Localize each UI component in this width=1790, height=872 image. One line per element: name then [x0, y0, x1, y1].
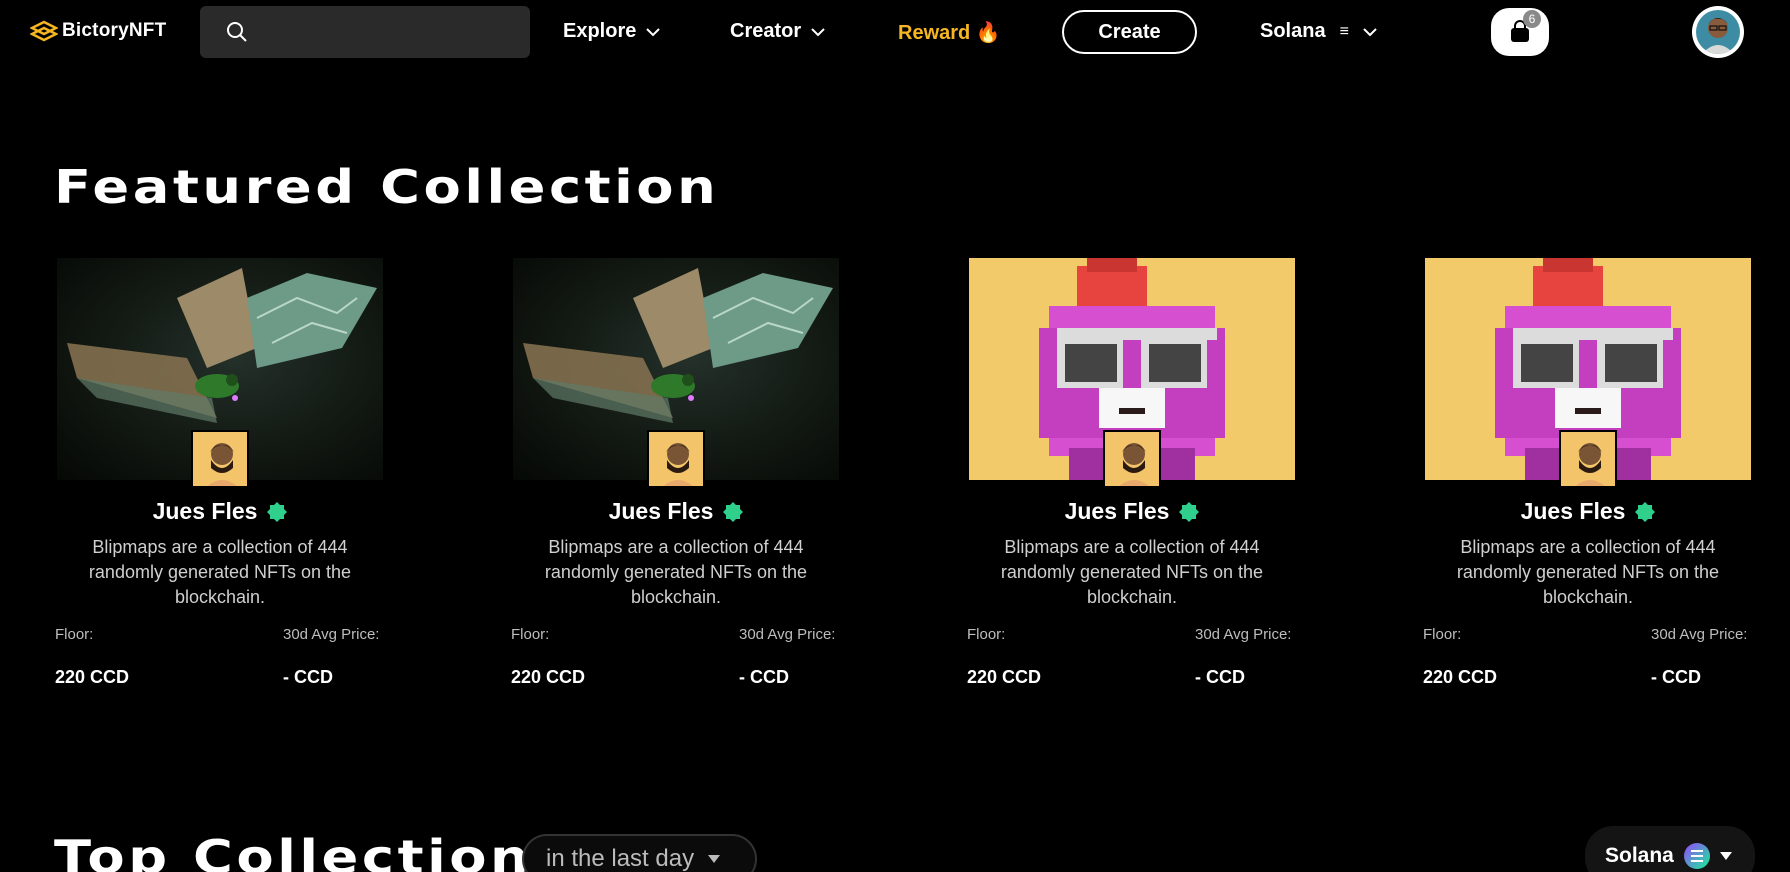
nav-explore-label: Explore: [563, 20, 637, 42]
floor-label: Floor:: [1423, 626, 1462, 643]
avg-price-label: 30d Avg Price:: [283, 626, 380, 643]
floor-value: 220 CCD: [967, 667, 1042, 687]
menu-icon: ≡: [1339, 22, 1349, 40]
chevron-down-icon: [1363, 27, 1377, 36]
avg-price-value: - CCD: [1195, 667, 1245, 687]
nav-reward[interactable]: Reward 🔥: [898, 20, 1001, 45]
collection-name[interactable]: Jues Fles: [967, 498, 1297, 525]
top-nav: BictoryNFT Explore Creator Reward 🔥 Crea…: [0, 0, 1790, 64]
collection-name-label: Jues Fles: [1520, 498, 1626, 524]
floor-label: Floor:: [511, 626, 550, 643]
period-dropdown-label: in the last day: [546, 845, 695, 872]
user-avatar[interactable]: [1692, 6, 1744, 58]
search-bar[interactable]: [200, 6, 530, 58]
featured-collection-title: Featured Collection: [54, 160, 720, 214]
floor-value: 220 CCD: [55, 667, 130, 687]
search-icon: [227, 22, 247, 42]
collection-name-label: Jues Fles: [152, 498, 258, 524]
period-dropdown[interactable]: in the last day: [522, 834, 757, 872]
creator-avatar: [1559, 430, 1617, 488]
solana-icon: [1683, 843, 1710, 869]
chain-label: Solana: [1260, 20, 1326, 42]
collection-name-label: Jues Fles: [1064, 498, 1170, 524]
logo-mark-icon: [30, 20, 58, 42]
chevron-down-icon: [811, 27, 825, 36]
chain-filter-label: Solana: [1605, 844, 1674, 867]
create-button[interactable]: Create: [1062, 10, 1197, 54]
avg-price-label: 30d Avg Price:: [739, 626, 836, 643]
avatar-image: [1696, 10, 1740, 54]
nav-creator[interactable]: Creator: [730, 20, 825, 43]
brand-name: BictoryNFT: [62, 20, 167, 41]
collection-name-label: Jues Fles: [608, 498, 714, 524]
avg-price-value: - CCD: [739, 667, 789, 687]
nav-explore[interactable]: Explore: [563, 20, 661, 43]
avg-price-label: 30d Avg Price:: [1651, 626, 1748, 643]
top-collections-title: Top Collections: [54, 830, 569, 872]
chevron-down-icon: [646, 27, 661, 36]
creator-avatar: [647, 430, 705, 488]
collection-name[interactable]: Jues Fles: [55, 498, 385, 525]
verified-badge-icon: [1635, 501, 1656, 522]
cart-count-badge: 6: [1523, 10, 1541, 28]
chain-selector[interactable]: Solana ≡: [1260, 20, 1377, 43]
creator-avatar: [1103, 430, 1161, 488]
nav-creator-label: Creator: [730, 20, 802, 42]
verified-badge-icon: [723, 501, 744, 522]
chain-filter-dropdown[interactable]: Solana: [1585, 826, 1755, 872]
avg-price-value: - CCD: [1651, 667, 1701, 687]
floor-value: 220 CCD: [511, 667, 586, 687]
collection-description: Blipmaps are a collection of 444 randoml…: [544, 537, 808, 607]
brand-logo[interactable]: BictoryNFT: [30, 20, 166, 42]
avg-price-label: 30d Avg Price:: [1195, 626, 1292, 643]
collection-name[interactable]: Jues Fles: [1423, 498, 1753, 525]
nav-reward-label: Reward 🔥: [898, 22, 1001, 44]
verified-badge-icon: [267, 501, 288, 522]
caret-down-icon: [1719, 852, 1732, 860]
floor-label: Floor:: [55, 626, 94, 643]
floor-label: Floor:: [967, 626, 1006, 643]
cart-button[interactable]: 6: [1491, 8, 1549, 56]
collection-description: Blipmaps are a collection of 444 randoml…: [1456, 537, 1720, 607]
caret-down-icon: [708, 855, 721, 863]
avg-price-value: - CCD: [283, 667, 333, 687]
verified-badge-icon: [1179, 501, 1200, 522]
collection-description: Blipmaps are a collection of 444 randoml…: [1000, 537, 1264, 607]
creator-avatar: [191, 430, 249, 488]
search-input[interactable]: [262, 23, 512, 41]
collection-name[interactable]: Jues Fles: [511, 498, 841, 525]
collection-description: Blipmaps are a collection of 444 randoml…: [88, 537, 352, 607]
floor-value: 220 CCD: [1423, 667, 1498, 687]
